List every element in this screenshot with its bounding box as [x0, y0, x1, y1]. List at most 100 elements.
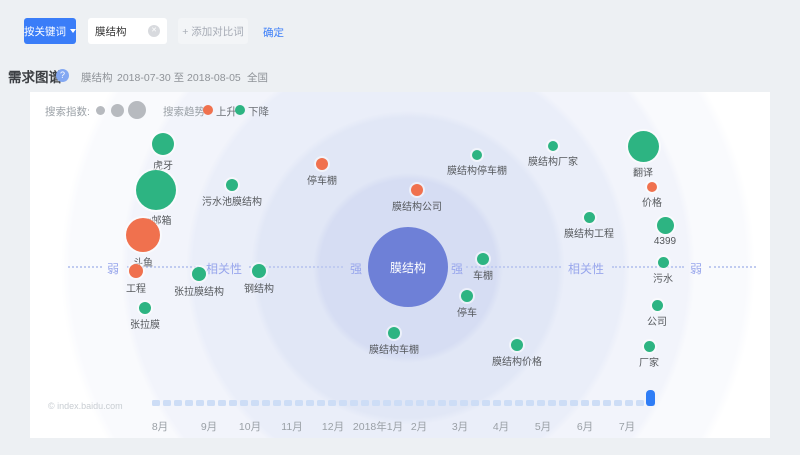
timeline-bar-segment[interactable]: [163, 400, 171, 406]
timeline-month-label: 5月: [535, 419, 551, 434]
bubble-停车棚[interactable]: [316, 158, 328, 170]
timeline-bar-segment[interactable]: [570, 400, 578, 406]
timeline-bar-segment[interactable]: [548, 400, 556, 406]
timeline-bar-segment[interactable]: [207, 400, 215, 406]
timeline-bar-segment[interactable]: [284, 400, 292, 406]
bubble-label: 价格: [642, 194, 662, 209]
timeline-bar-segment[interactable]: [537, 400, 545, 406]
timeline-bar-segment[interactable]: [614, 400, 622, 406]
timeline-bar-segment[interactable]: [152, 400, 160, 406]
bubble-label: 停车: [457, 304, 477, 319]
timeline-bar-segment[interactable]: [427, 400, 435, 406]
timeline-bar-segment[interactable]: [339, 400, 347, 406]
timeline-bar-segment[interactable]: [636, 400, 644, 406]
bubble-label: 膜结构车棚: [369, 341, 419, 356]
bubble-label: 4399: [654, 236, 676, 247]
bubble-膜结构停车棚[interactable]: [472, 150, 482, 160]
timeline-bar-segment[interactable]: [350, 400, 358, 406]
timeline-bar-segment[interactable]: [603, 400, 611, 406]
timeline-month-label: 12月: [322, 419, 344, 434]
timeline-bar-segment[interactable]: [592, 400, 600, 406]
bubble-label: 钢结构: [244, 280, 274, 295]
timeline-bar-segment[interactable]: [471, 400, 479, 406]
relevance-axis-label: 相关性: [568, 260, 604, 277]
bubble-虎牙[interactable]: [152, 133, 174, 155]
timeline-bar-segment[interactable]: [405, 400, 413, 406]
timeline-bar-segment[interactable]: [504, 400, 512, 406]
bubble-膜结构公司[interactable]: [411, 184, 423, 196]
timeline-bar-segment[interactable]: [482, 400, 490, 406]
bubble-label: 张拉膜结构: [174, 283, 224, 298]
timeline-bar-segment[interactable]: [581, 400, 589, 406]
bubble-label: 膜结构厂家: [528, 153, 578, 168]
timeline-bar-segment[interactable]: [229, 400, 237, 406]
timeline-month-label: 9月: [201, 419, 217, 434]
baidu-index-demand-graph-page: 按关键词 ✕ + 添加对比词 确定 需求图谱 ? 膜结构 2018-07-30 …: [0, 0, 800, 455]
bubble-污水池膜结构[interactable]: [226, 179, 238, 191]
relevance-axis-dotted-line: [612, 266, 684, 268]
bubble-膜结构工程[interactable]: [584, 212, 595, 223]
timeline-bar-segment[interactable]: [449, 400, 457, 406]
bubble-膜结构厂家[interactable]: [548, 141, 558, 151]
bubble-膜结构车棚[interactable]: [388, 327, 400, 339]
center-keyword-bubble[interactable]: 膜结构: [368, 227, 448, 307]
timeline-bar-segment[interactable]: [262, 400, 270, 406]
timeline-bar-segment[interactable]: [196, 400, 204, 406]
timeline-bar-segment[interactable]: [273, 400, 281, 406]
bubble-label: 停车棚: [307, 172, 337, 187]
timeline-bar-segment[interactable]: [493, 400, 501, 406]
timeline-bar-segment[interactable]: [218, 400, 226, 406]
relevance-axis-dotted-line: [68, 266, 102, 268]
timeline-bar-segment[interactable]: [416, 400, 424, 406]
bubble-价格[interactable]: [647, 182, 657, 192]
relevance-axis-label: 弱: [107, 260, 119, 277]
timeline-month-label: 3月: [452, 419, 468, 434]
bubble-膜结构价格[interactable]: [511, 339, 523, 351]
bubble-张拉膜[interactable]: [139, 302, 151, 314]
timeline-bar-segment[interactable]: [438, 400, 446, 406]
timeline-month-label: 2018年1月: [353, 419, 403, 434]
timeline-bar-segment[interactable]: [460, 400, 468, 406]
timeline-month-label: 2月: [411, 419, 427, 434]
bubble-翻译[interactable]: [628, 131, 659, 162]
bubble-label: 污水: [653, 270, 673, 285]
watermark: © index.baidu.com: [48, 401, 123, 411]
timeline-bar-segment[interactable]: [185, 400, 193, 406]
bubble-厂家[interactable]: [644, 341, 655, 352]
relevance-axis-label: 强: [451, 260, 463, 277]
timeline-bar-segment[interactable]: [317, 400, 325, 406]
bubble-工程[interactable]: [129, 264, 143, 278]
timeline-bar-segment[interactable]: [394, 400, 402, 406]
relevance-axis-label: 相关性: [206, 260, 242, 277]
timeline-bar-segment[interactable]: [295, 400, 303, 406]
bubble-qq邮箱[interactable]: [136, 170, 176, 210]
bubble-停车[interactable]: [461, 290, 473, 302]
bubble-车棚[interactable]: [477, 253, 489, 265]
timeline-bar-segment[interactable]: [526, 400, 534, 406]
timeline-month-label: 10月: [239, 419, 261, 434]
timeline-bar-segment[interactable]: [306, 400, 314, 406]
bubble-张拉膜结构[interactable]: [192, 267, 206, 281]
timeline-bar-segment[interactable]: [372, 400, 380, 406]
timeline-bar-segment[interactable]: [361, 400, 369, 406]
bubble-斗鱼[interactable]: [126, 218, 160, 252]
timeline-bar-segment[interactable]: [383, 400, 391, 406]
bubble-label: 污水池膜结构: [202, 193, 262, 208]
timeline-bar-segment[interactable]: [559, 400, 567, 406]
bubble-label: 膜结构公司: [392, 198, 442, 213]
timeline-bar-segment[interactable]: [515, 400, 523, 406]
timeline-bar-segment[interactable]: [251, 400, 259, 406]
bubble-label: 翻译: [633, 164, 653, 179]
bubble-label: 膜结构停车棚: [447, 162, 507, 177]
timeline-slider-handle[interactable]: [646, 390, 655, 406]
bubble-钢结构[interactable]: [252, 264, 266, 278]
bubble-污水[interactable]: [658, 257, 669, 268]
bubble-公司[interactable]: [652, 300, 663, 311]
timeline-bar-segment[interactable]: [625, 400, 633, 406]
bubble-4399[interactable]: [657, 217, 674, 234]
timeline-bar-segment[interactable]: [328, 400, 336, 406]
timeline-bar-segment[interactable]: [240, 400, 248, 406]
timeline-bar-segment[interactable]: [174, 400, 182, 406]
bubble-label: 工程: [126, 280, 146, 295]
timeline-month-label: 8月: [152, 419, 168, 434]
